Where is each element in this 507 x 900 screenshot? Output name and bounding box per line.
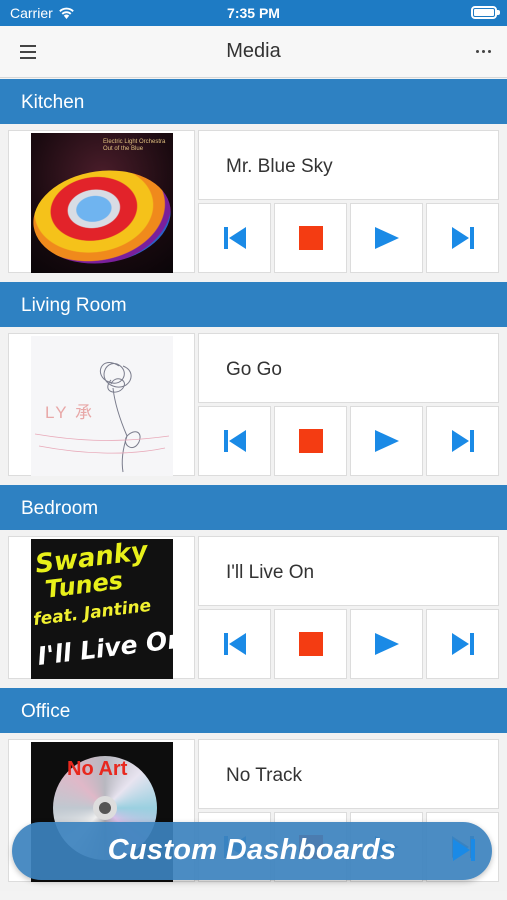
play-icon <box>374 227 399 249</box>
nav-bar: Media <box>0 26 507 78</box>
room-card-kitchen: Kitchen Electric Light Orchestra Out of … <box>0 79 507 282</box>
play-button[interactable] <box>350 203 423 273</box>
play-button[interactable] <box>350 406 423 476</box>
page-title: Media <box>226 40 281 62</box>
stop-button[interactable] <box>274 609 347 679</box>
stop-button[interactable] <box>274 406 347 476</box>
album-title-text: Out of the Blue <box>103 146 144 152</box>
stop-icon <box>298 226 323 250</box>
next-button[interactable] <box>426 406 499 476</box>
promo-banner: Custom Dashboards <box>12 822 492 880</box>
room-card-living-room: Living Room LY 承 Go Go <box>0 282 507 485</box>
play-icon <box>374 430 399 452</box>
stop-button[interactable] <box>274 203 347 273</box>
album-art-text: LY 承 <box>45 403 94 422</box>
room-header: Bedroom <box>0 485 507 530</box>
status-time: 7:35 PM <box>227 5 280 21</box>
previous-button[interactable] <box>198 609 271 679</box>
status-bar: Carrier 7:35 PM <box>0 0 507 26</box>
room-header: Kitchen <box>0 79 507 124</box>
room-header: Office <box>0 688 507 733</box>
play-button[interactable] <box>350 609 423 679</box>
track-title: No Track <box>198 739 499 809</box>
previous-icon <box>223 227 246 249</box>
battery-icon <box>471 6 500 19</box>
album-artist-text: Electric Light Orchestra <box>103 139 166 145</box>
room-header: Living Room <box>0 282 507 327</box>
album-art: LY 承 <box>31 336 173 476</box>
banner-text: Custom Dashboards <box>107 834 397 866</box>
room-card-bedroom: Bedroom Swanky Tunes feat. Jantine I'll … <box>0 485 507 688</box>
album-art-frame[interactable]: Electric Light Orchestra Out of the Blue <box>8 130 195 273</box>
album-art-frame[interactable]: Swanky Tunes feat. Jantine I'll Live On <box>8 536 195 679</box>
next-icon <box>451 633 474 655</box>
stop-icon <box>298 632 323 656</box>
next-button[interactable] <box>426 203 499 273</box>
previous-icon <box>223 430 246 452</box>
next-button[interactable] <box>426 609 499 679</box>
no-art-label: No Art <box>67 758 128 780</box>
album-art: Electric Light Orchestra Out of the Blue <box>31 133 173 273</box>
track-title: I'll Live On <box>198 536 499 606</box>
track-title: Mr. Blue Sky <box>198 130 499 200</box>
previous-button[interactable] <box>198 406 271 476</box>
album-art: Swanky Tunes feat. Jantine I'll Live On <box>31 539 173 679</box>
album-art-frame[interactable]: LY 承 <box>8 333 195 476</box>
next-icon <box>453 839 475 861</box>
spaceship-graphic <box>31 161 173 273</box>
next-icon <box>451 227 474 249</box>
next-icon <box>451 430 474 452</box>
room-list: Kitchen Electric Light Orchestra Out of … <box>0 79 507 891</box>
stop-icon <box>298 429 323 453</box>
more-icon[interactable] <box>476 50 491 53</box>
previous-icon <box>223 633 246 655</box>
play-icon <box>374 633 399 655</box>
track-title: Go Go <box>198 333 499 403</box>
previous-button[interactable] <box>198 203 271 273</box>
album-art-text: I'll Live On <box>35 624 173 671</box>
